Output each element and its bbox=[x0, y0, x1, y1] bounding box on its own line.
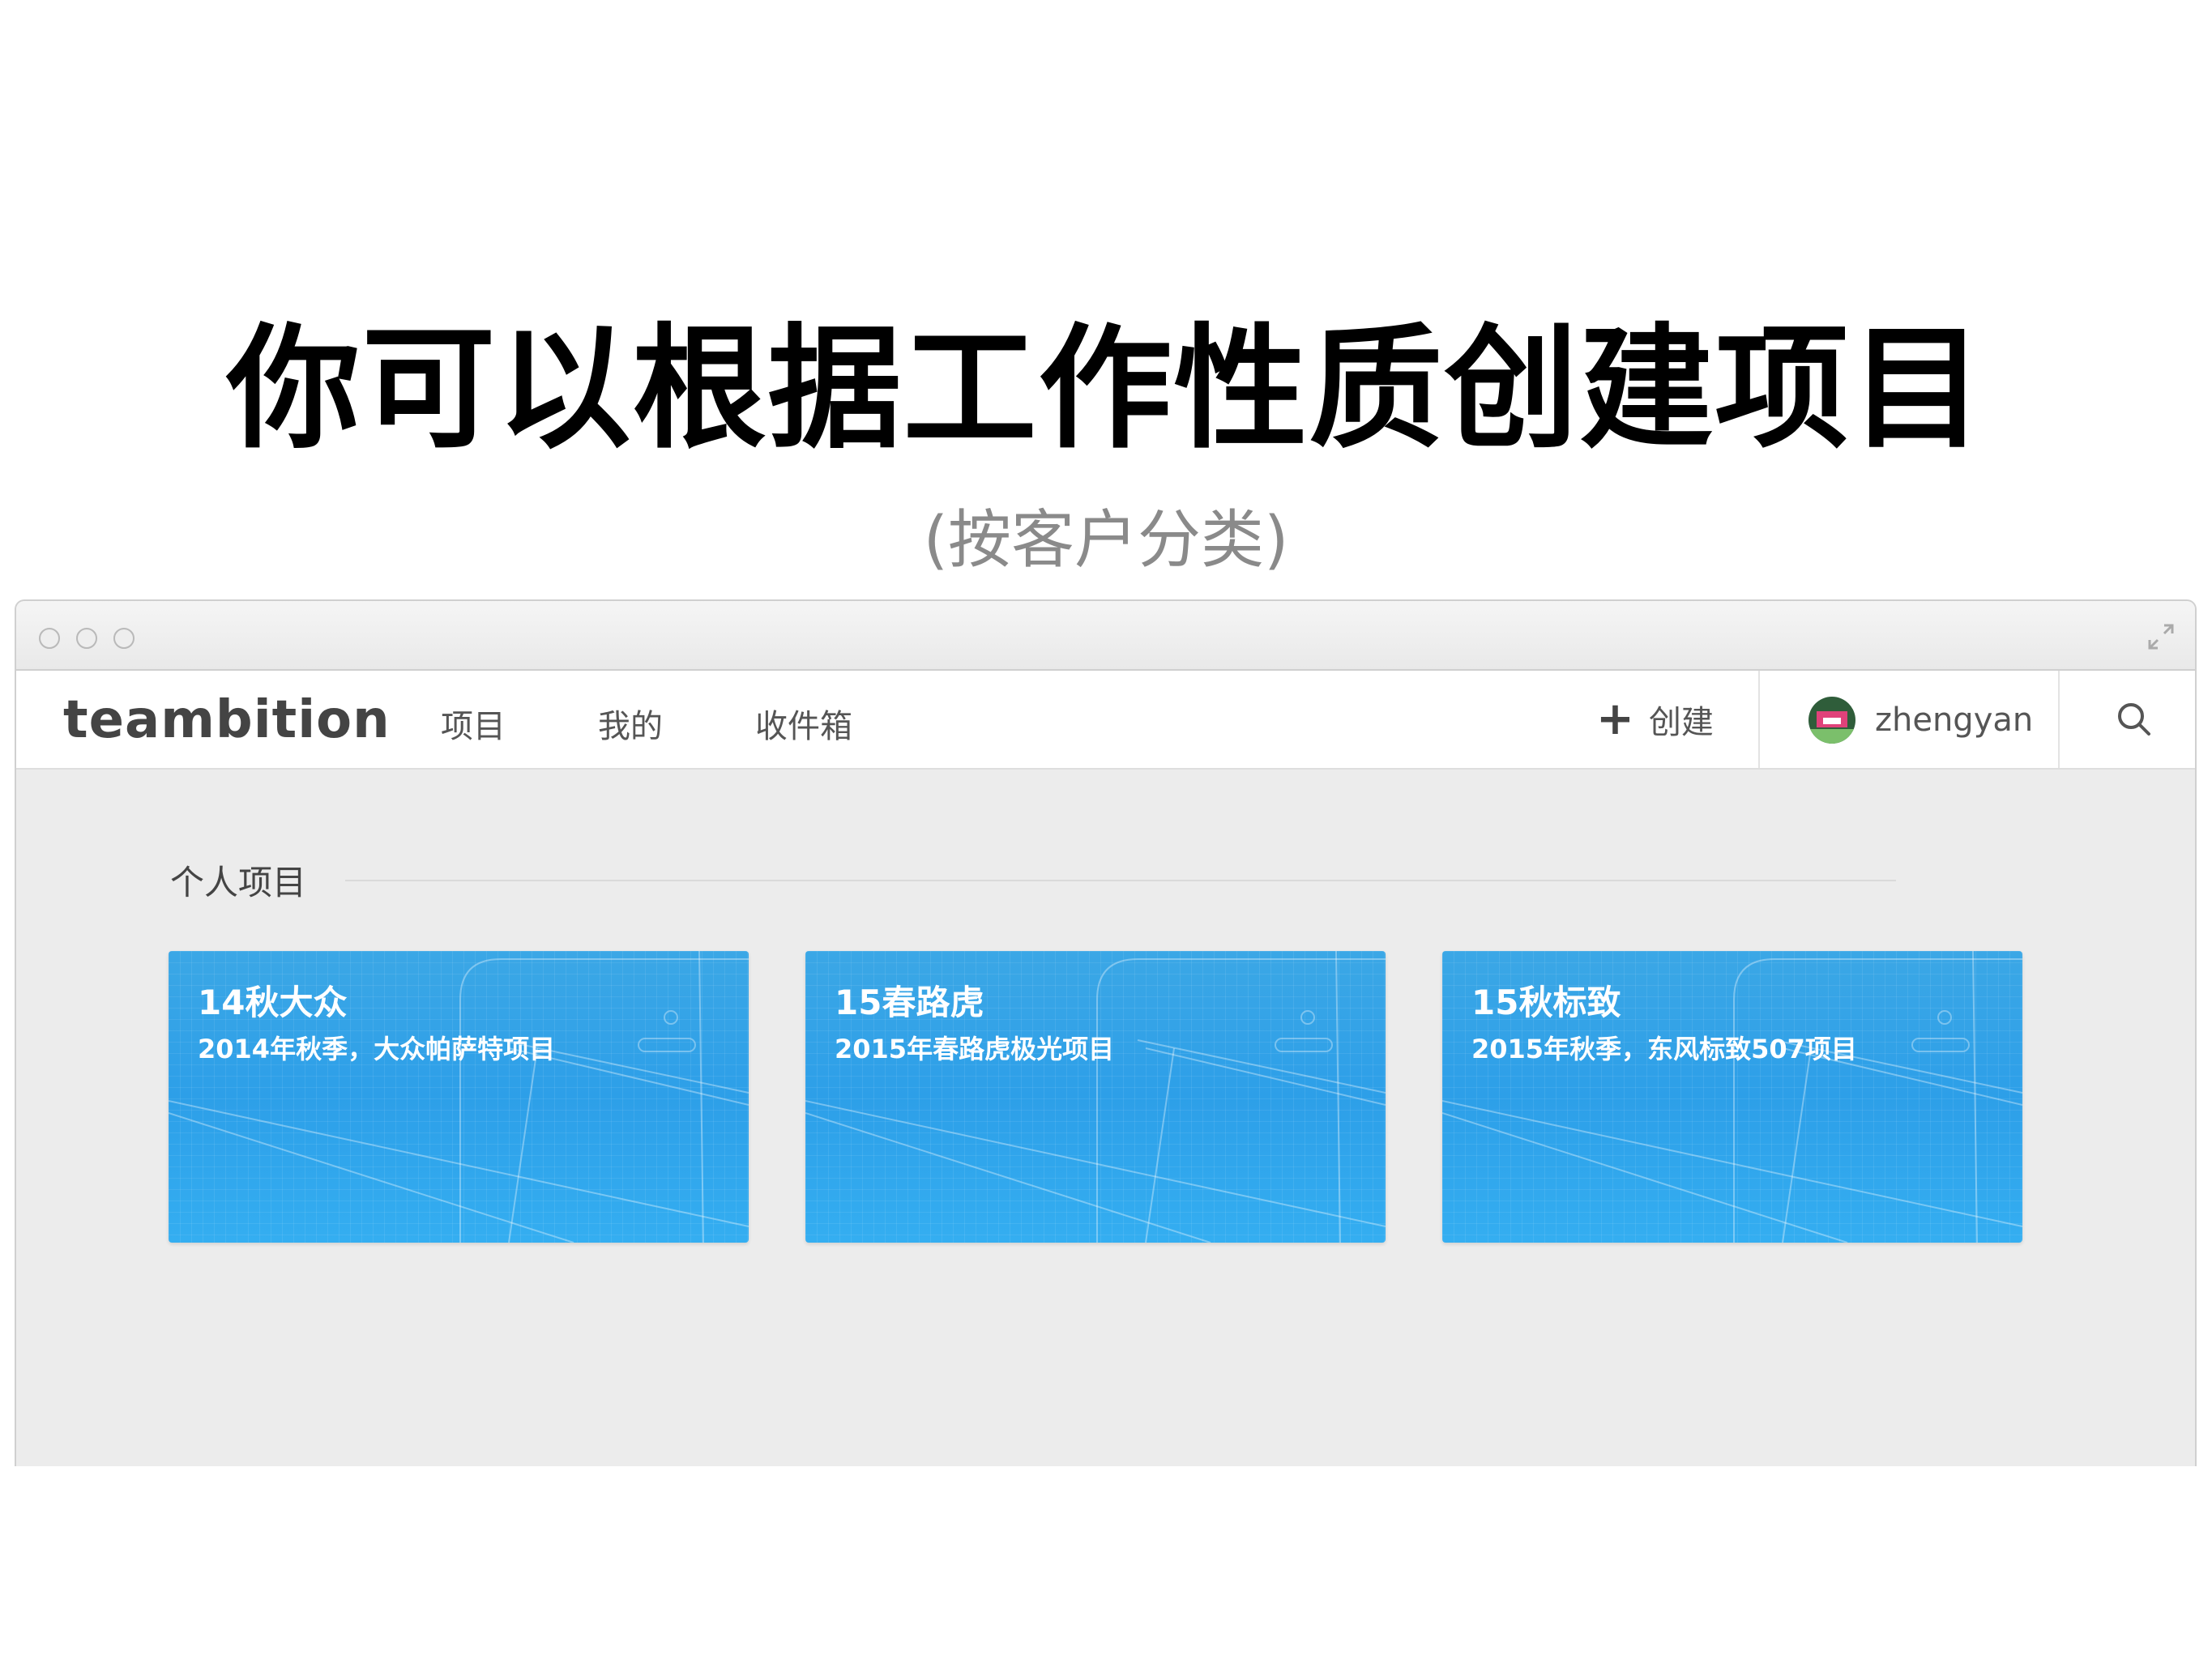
nav-item-inbox[interactable]: 收件箱 bbox=[755, 700, 852, 747]
project-card[interactable]: 15秋标致 2015年秋季，东风标致507项目 bbox=[1442, 951, 2022, 1243]
section-title: 个人项目 bbox=[170, 863, 307, 902]
zoom-window-icon[interactable] bbox=[113, 628, 135, 649]
window-titlebar bbox=[16, 601, 2195, 671]
project-card[interactable]: 14秋大众 2014年秋季，大众帕萨特项目 bbox=[169, 951, 749, 1243]
logo[interactable]: teambition bbox=[63, 690, 391, 750]
project-description: 2015年春路虎极光项目 bbox=[835, 1034, 1115, 1064]
top-navbar: teambition 项目 我的 收件箱 + 创建 zhengyan bbox=[16, 671, 2195, 770]
main-content: 个人项目 14秋大众 2014年秋季，大众帕萨特项目 15春路虎 2015年春路… bbox=[16, 771, 2195, 1466]
user-menu[interactable]: zhengyan bbox=[1808, 695, 2033, 745]
project-card[interactable]: 15春路虎 2015年春路虎极光项目 bbox=[805, 951, 1386, 1243]
avatar bbox=[1808, 697, 1855, 744]
slide-title: 你可以根据工作性质创建项目 bbox=[226, 311, 1986, 467]
slide-subtitle: (按客户分类) bbox=[923, 504, 1289, 577]
fullscreen-icon[interactable] bbox=[2145, 621, 2177, 653]
project-description: 2014年秋季，大众帕萨特项目 bbox=[198, 1034, 556, 1064]
project-description: 2015年秋季，东风标致507项目 bbox=[1471, 1034, 1857, 1064]
nav-divider bbox=[2058, 671, 2060, 768]
username: zhengyan bbox=[1875, 702, 2034, 739]
section-header: 个人项目 bbox=[170, 855, 1896, 905]
nav-item-mine[interactable]: 我的 bbox=[598, 700, 663, 747]
search-icon[interactable] bbox=[2113, 698, 2155, 740]
section-divider bbox=[345, 879, 1896, 881]
create-label: 创建 bbox=[1648, 704, 1714, 741]
project-name: 14秋大众 bbox=[198, 983, 348, 1022]
close-window-icon[interactable] bbox=[39, 628, 60, 649]
nav-divider bbox=[1758, 671, 1760, 768]
minimize-window-icon[interactable] bbox=[76, 628, 97, 649]
nav-item-projects[interactable]: 项目 bbox=[441, 700, 506, 747]
project-name: 15春路虎 bbox=[835, 983, 984, 1022]
project-name: 15秋标致 bbox=[1471, 983, 1621, 1022]
create-button[interactable]: + 创建 bbox=[1596, 695, 1714, 744]
plus-icon: + bbox=[1596, 693, 1634, 745]
app-window: teambition 项目 我的 收件箱 + 创建 zhengyan 个人项目 bbox=[15, 599, 2197, 1466]
